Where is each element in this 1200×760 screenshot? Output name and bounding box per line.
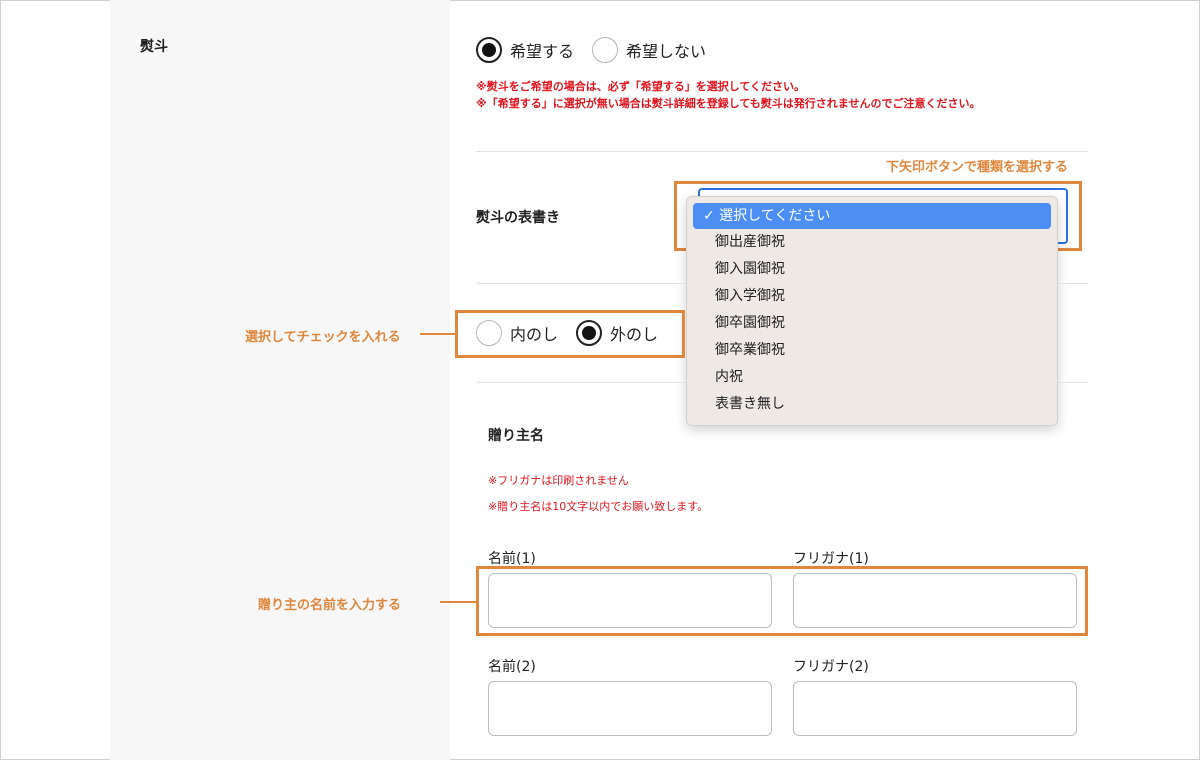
divider <box>476 283 686 284</box>
radio-unchecked-icon[interactable] <box>476 320 502 346</box>
dropdown-option[interactable]: 御卒業御祝 <box>687 337 1057 364</box>
wrapping-radio-group: 内のし 外のし <box>476 320 676 346</box>
wrapping-option-uchi[interactable]: 内のし <box>476 320 558 346</box>
radio-checked-icon[interactable] <box>576 320 603 346</box>
dropdown-option[interactable]: 内祝 <box>687 364 1057 391</box>
sender-note-1: ※フリガナは印刷されません <box>488 474 629 487</box>
dropdown-option[interactable]: 御入園御祝 <box>687 256 1057 283</box>
divider <box>1058 283 1088 284</box>
name-1-input[interactable] <box>488 573 772 628</box>
omotegaki-hint: 下矢印ボタンで種類を選択する <box>886 160 1069 175</box>
wrapping-pointer-line <box>420 333 456 335</box>
label-column <box>110 0 450 760</box>
sender-label: 贈り主名 <box>488 428 544 444</box>
dropdown-option-selected[interactable]: ✓ 選択してください <box>693 203 1051 229</box>
noshi-option-not-want-label: 希望しない <box>626 42 707 61</box>
divider <box>476 151 1088 152</box>
omotegaki-label: 熨斗の表書き <box>476 210 560 226</box>
wrapping-option-soto-label: 外のし <box>610 325 659 344</box>
dropdown-option[interactable]: 御卒園御祝 <box>687 310 1057 337</box>
radio-unchecked-icon[interactable] <box>592 37 619 63</box>
wrapping-hint: 選択してチェックを入れる <box>245 330 401 345</box>
sender-note-2: ※贈り主名は10文字以内でお願い致します。 <box>488 500 709 513</box>
dropdown-option[interactable]: 御出産御祝 <box>687 229 1057 256</box>
omotegaki-dropdown: ✓ 選択してください 御出産御祝 御入園御祝 御入学御祝 御卒園御祝 御卒業御祝… <box>686 196 1058 426</box>
radio-checked-icon[interactable] <box>476 37 502 63</box>
divider <box>1058 382 1088 383</box>
noshi-note-2: ※「希望する」に選択が無い場合は熨斗詳細を登録しても熨斗は発行されませんのでご注… <box>476 97 981 110</box>
kana-2-input[interactable] <box>793 681 1077 736</box>
name-2-label: 名前(2) <box>488 659 536 675</box>
divider <box>476 382 686 383</box>
name-1-label: 名前(1) <box>488 551 536 567</box>
noshi-option-want[interactable]: 希望する <box>476 37 574 63</box>
noshi-option-not-want[interactable]: 希望しない <box>592 37 706 63</box>
kana-2-label: フリガナ(2) <box>793 659 869 675</box>
dropdown-option[interactable]: 表書き無し <box>687 391 1057 418</box>
wrapping-option-uchi-label: 内のし <box>510 325 559 344</box>
kana-1-input[interactable] <box>793 573 1077 628</box>
kana-1-label: フリガナ(1) <box>793 551 869 567</box>
noshi-radio-group: 希望する 希望しない <box>476 37 724 63</box>
name-2-input[interactable] <box>488 681 772 736</box>
wrapping-option-soto[interactable]: 外のし <box>576 320 658 346</box>
sender-pointer-line <box>440 601 476 603</box>
noshi-option-want-label: 希望する <box>510 42 575 61</box>
noshi-label: 熨斗 <box>140 39 168 55</box>
dropdown-option[interactable]: 御入学御祝 <box>687 283 1057 310</box>
noshi-note-1: ※熨斗をご希望の場合は、必ず「希望する」を選択してください。 <box>476 80 806 93</box>
sender-hint: 贈り主の名前を入力する <box>258 598 402 613</box>
